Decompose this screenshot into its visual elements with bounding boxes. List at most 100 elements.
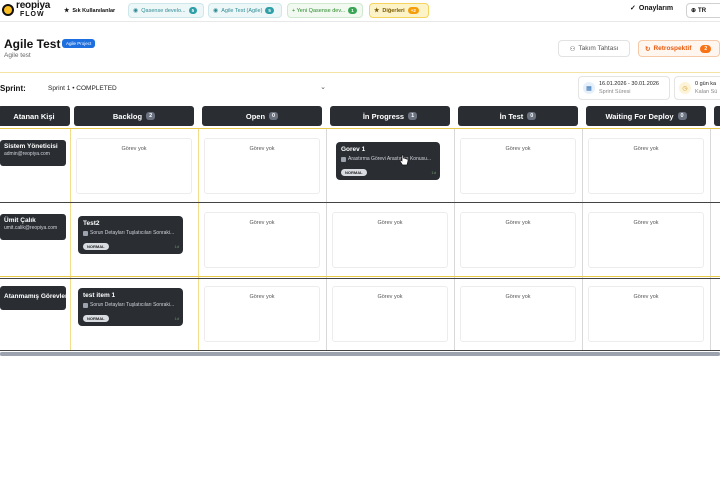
- column-count: 1: [408, 112, 418, 120]
- column-header-open[interactable]: Open 0: [202, 106, 322, 126]
- project-tab-label: Agile Test (Agile): [221, 7, 263, 14]
- row-divider: [0, 278, 720, 279]
- empty-cell-text: Görev yok: [377, 220, 403, 226]
- assignee-name: Sistem Yöneticisi: [4, 143, 58, 150]
- remaining-days-label: Kalan Sü: [695, 89, 718, 95]
- task-meta: 1d: [174, 244, 179, 249]
- empty-cell[interactable]: Görev yok: [332, 286, 448, 342]
- task-description-text: Arastırma Görevi Arastırma Konusu...: [348, 156, 432, 162]
- sprint-select[interactable]: Sprint 1 • COMPLETED ⌄: [44, 80, 330, 96]
- other-projects-label: Diğerleri: [382, 7, 405, 14]
- column-header-label: Atanan Kişi: [13, 111, 55, 121]
- team-board-label: Takım Tahtası: [578, 45, 619, 52]
- column-header-assignee: Atanan Kişi: [0, 106, 70, 126]
- assignee-card: Atanmamış Görevler: [0, 286, 66, 310]
- column-header-next: [714, 106, 720, 126]
- approvals-link[interactable]: ✓ Onaylarım: [630, 4, 674, 13]
- task-description: Sorun Detayları Tuşlatıcıları Sonraki...: [83, 230, 178, 236]
- assignee-card: Ümit Çalık umit.calik@reopiya.com: [0, 214, 66, 240]
- task-card[interactable]: test item 1 Sorun Detayları Tuşlatıcılar…: [78, 288, 183, 326]
- empty-cell[interactable]: Görev yok: [204, 212, 320, 268]
- sprint-dates: 16.01.2026 - 30.01.2026: [599, 81, 659, 87]
- empty-cell[interactable]: Görev yok: [332, 212, 448, 268]
- empty-cell[interactable]: Görev yok: [204, 286, 320, 342]
- empty-cell-text: Görev yok: [249, 146, 275, 152]
- remaining-days-card: ◷ 0 gün ka Kalan Sü: [674, 76, 720, 100]
- row-divider: [0, 202, 720, 203]
- column-header-in-progress[interactable]: İn Progress 1: [330, 106, 450, 126]
- favorites-label: Sık Kullanılanlar: [72, 7, 116, 14]
- project-tab-qasense[interactable]: ◉ Qasense develo... 5: [128, 3, 204, 18]
- top-navigation: reopiya FLOW ★ Sık Kullanılanlar ◉ Qasen…: [0, 0, 720, 22]
- remaining-days: 0 gün ka: [695, 81, 717, 87]
- column-divider: [198, 128, 199, 350]
- kanban-board: Atanan Kişi Backlog 2 Open 0 İn Progress…: [0, 104, 720, 354]
- task-card[interactable]: Gorev 1 Arastırma Görevi Arastırma Konus…: [336, 142, 440, 180]
- column-header-in-test[interactable]: İn Test 0: [458, 106, 578, 126]
- empty-cell-text: Görev yok: [505, 220, 531, 226]
- approvals-label: Onaylarım: [638, 4, 674, 12]
- empty-cell-text: Görev yok: [249, 294, 275, 300]
- column-count: 0: [527, 112, 537, 120]
- empty-cell[interactable]: Görev yok: [588, 138, 704, 194]
- project-tab-label: + Yeni Qasense dev...: [292, 7, 346, 14]
- column-count: 2: [146, 112, 156, 120]
- assignee-card: Sistem Yöneticisi admin@reopiya.com: [0, 140, 66, 166]
- board-scrollbar-thumb[interactable]: [0, 352, 720, 356]
- star-icon: ★: [374, 8, 380, 14]
- project-tab-count: 1: [348, 7, 357, 14]
- priority-badge: NORMAL: [83, 315, 109, 322]
- column-header-label: Waiting For Deploy: [605, 111, 674, 121]
- project-tab-count: 5: [188, 7, 198, 14]
- task-meta: 1d: [174, 316, 179, 321]
- column-header-waiting-for-deploy[interactable]: Waiting For Deploy 0: [586, 106, 706, 126]
- language-label: TR: [698, 7, 707, 14]
- header-divider: [0, 72, 720, 73]
- empty-cell-text: Görev yok: [505, 294, 531, 300]
- empty-cell-text: Görev yok: [633, 220, 659, 226]
- column-divider: [326, 128, 327, 350]
- column-header-backlog[interactable]: Backlog 2: [74, 106, 194, 126]
- column-count: 0: [269, 112, 279, 120]
- globe-icon: ⊕: [691, 8, 697, 14]
- empty-cell[interactable]: Görev yok: [460, 212, 576, 268]
- document-icon: [83, 230, 88, 236]
- chevron-down-icon: ⌄: [320, 84, 326, 91]
- project-tab-agile-test[interactable]: ◉ Agile Test (Agile) 5: [208, 3, 282, 18]
- priority-badge: NORMAL: [341, 169, 367, 176]
- empty-cell[interactable]: Görev yok: [588, 212, 704, 268]
- empty-cell-text: Görev yok: [633, 146, 659, 152]
- empty-cell[interactable]: Görev yok: [588, 286, 704, 342]
- favorites-link[interactable]: ★ Sık Kullanılanlar: [60, 3, 120, 18]
- task-description: Sorun Detayları Tuşlatıcıları Sonraki...: [83, 302, 178, 308]
- assignee-name: Atanmamış Görevler: [4, 293, 66, 300]
- app-logo[interactable]: reopiya FLOW: [2, 1, 54, 21]
- column-divider: [710, 128, 711, 350]
- check-circle-icon: ✓: [630, 5, 636, 12]
- priority-badge: NORMAL: [83, 243, 109, 250]
- empty-cell[interactable]: Görev yok: [460, 286, 576, 342]
- task-title: Gorev 1: [341, 146, 366, 153]
- retrospective-button[interactable]: ↻ Retrospektif 2: [638, 40, 720, 57]
- task-footer: NORMAL: [83, 315, 109, 322]
- team-board-button[interactable]: ⚇ Takım Tahtası: [558, 40, 630, 57]
- task-footer: NORMAL: [341, 169, 367, 176]
- project-tab-new-qasense[interactable]: + Yeni Qasense dev... 1: [287, 3, 363, 18]
- logo-mark-icon: [2, 4, 14, 16]
- empty-cell[interactable]: Görev yok: [460, 138, 576, 194]
- row-divider: [0, 128, 720, 129]
- document-icon: [83, 302, 88, 308]
- page-title: Agile Test: [4, 37, 61, 51]
- task-description-text: Sorun Detayları Tuşlatıcıları Sonraki...: [90, 302, 175, 308]
- sprint-label: Sprint:: [0, 84, 26, 93]
- task-title: Test2: [83, 220, 100, 227]
- other-projects-button[interactable]: ★ Diğerleri +2: [369, 3, 429, 18]
- task-description-text: Sorun Detayları Tuşlatıcıları Sonraki...: [90, 230, 175, 236]
- empty-cell[interactable]: Görev yok: [204, 138, 320, 194]
- column-divider: [582, 128, 583, 350]
- other-projects-count: +2: [407, 7, 419, 14]
- empty-cell[interactable]: Görev yok: [76, 138, 192, 194]
- language-selector[interactable]: ⊕ TR: [686, 3, 720, 18]
- task-card[interactable]: Test2 Sorun Detayları Tuşlatıcıları Sonr…: [78, 216, 183, 254]
- column-header-label: İn Test: [499, 111, 524, 121]
